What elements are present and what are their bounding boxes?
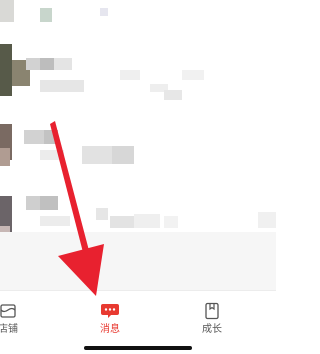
blurred-content — [40, 196, 58, 210]
blurred-content — [40, 150, 64, 160]
blurred-content — [40, 58, 54, 70]
blurred-content — [54, 58, 72, 70]
blurred-content — [44, 130, 58, 144]
blurred-content — [40, 80, 84, 92]
blurred-content — [82, 146, 112, 164]
blurred-content — [100, 8, 108, 16]
blurred-content — [0, 0, 14, 22]
blurred-content — [24, 130, 44, 144]
tab-growth-label: 成长 — [202, 324, 222, 335]
blurred-content — [26, 58, 40, 70]
message-list — [0, 0, 276, 290]
tab-store-label: 店铺 — [0, 324, 18, 335]
blurred-content — [40, 216, 70, 226]
avatar — [0, 44, 12, 96]
list-background — [0, 232, 276, 290]
blurred-content — [182, 70, 204, 80]
blurred-content — [96, 208, 108, 220]
blurred-content — [40, 8, 52, 22]
home-indicator — [84, 346, 192, 350]
blurred-content — [26, 196, 40, 210]
avatar — [0, 148, 10, 166]
blurred-content — [164, 90, 182, 100]
tab-messages[interactable]: 消息 — [82, 291, 138, 341]
tab-store[interactable]: 店铺 — [0, 291, 36, 341]
message-icon — [101, 304, 119, 318]
store-icon — [0, 304, 16, 318]
blurred-content — [134, 214, 160, 228]
tab-growth[interactable]: 成长 — [184, 291, 240, 341]
blurred-content — [258, 212, 276, 228]
tab-messages-label: 消息 — [100, 324, 120, 335]
blurred-content — [110, 216, 134, 228]
blurred-content — [164, 216, 178, 228]
bookmark-icon — [205, 302, 219, 320]
bottom-tab-bar: 店铺 消息 成长 — [0, 290, 276, 354]
blurred-content — [120, 70, 140, 80]
blurred-content — [112, 146, 134, 164]
